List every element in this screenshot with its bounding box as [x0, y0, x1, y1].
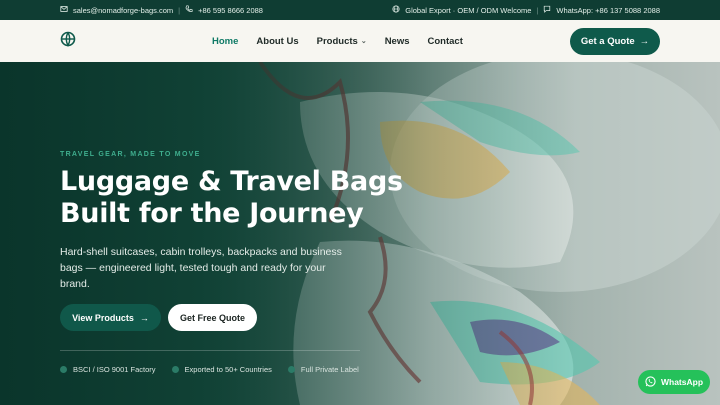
- badge-label: Full Private Label: [300, 365, 359, 374]
- hero-description: Hard-shell suitcases, cabin trolleys, ba…: [60, 246, 342, 290]
- globe-icon: [392, 5, 400, 15]
- badge-label: Exported to 50+ Countries: [184, 365, 272, 374]
- separator: |: [536, 5, 539, 15]
- contact-group: sales@nomadforge-bags.com | +86 595 8666…: [60, 5, 263, 15]
- nav-item-label: Home: [212, 35, 239, 47]
- get-free-quote-button[interactable]: Get Free Quote: [168, 304, 257, 331]
- get-quote-button[interactable]: Get a Quote →: [570, 28, 660, 55]
- hero-title-line-1: Luggage & Travel Bags: [60, 166, 403, 197]
- phone-link[interactable]: +86 595 8666 2088: [198, 6, 263, 15]
- hero-eyebrow: TRAVEL GEAR, MADE TO MOVE: [60, 151, 201, 158]
- get-free-quote-label: Get Free Quote: [179, 312, 245, 323]
- top-bar: sales@nomadforge-bags.com | +86 595 8666…: [0, 0, 720, 20]
- hero-section: TRAVEL GEAR, MADE TO MOVE Luggage & Trav…: [0, 62, 720, 405]
- nav-item-about[interactable]: About Us: [256, 36, 298, 47]
- hero-title: Luggage & Travel Bags Built for the Jour…: [60, 166, 403, 230]
- view-products-button[interactable]: View Products →: [60, 304, 161, 331]
- mail-icon: [60, 5, 68, 15]
- nav-item-label: News: [384, 35, 410, 47]
- nav-menu: Home About Us Products ⌄ News Contact: [212, 20, 481, 62]
- trust-badges: BSCI / ISO 9001 Factory Exported to 50+ …: [60, 365, 375, 374]
- hero-title-line-2: Built for the Journey: [60, 198, 364, 229]
- nav-item-contact[interactable]: Contact: [428, 36, 463, 47]
- separator: |: [178, 5, 181, 15]
- nav-item-news[interactable]: News: [385, 36, 410, 47]
- whatsapp-icon: [645, 375, 656, 389]
- badge-dot-icon: [287, 366, 295, 373]
- whatsapp-label: WhatsApp: [660, 377, 704, 387]
- nav-item-products[interactable]: Products ⌄: [317, 36, 367, 47]
- logo-globe-icon[interactable]: [60, 31, 76, 52]
- main-nav: Home About Us Products ⌄ News Contact Get…: [0, 20, 720, 62]
- email-link[interactable]: sales@nomadforge-bags.com: [73, 6, 173, 15]
- whatsapp-float-button[interactable]: WhatsApp: [638, 370, 710, 394]
- hero-overlay: [0, 62, 720, 405]
- view-products-label: View Products: [72, 312, 134, 323]
- export-tagline: Global Export · OEM / ODM Welcome: [405, 5, 532, 15]
- phone-icon: [185, 5, 193, 15]
- badge-export: Exported to 50+ Countries: [171, 365, 272, 374]
- whatsapp-link[interactable]: WhatsApp: +86 137 5088 2088: [556, 6, 660, 15]
- hero-divider: [60, 350, 360, 351]
- nav-item-home[interactable]: Home: [212, 36, 238, 47]
- nav-item-label: About Us: [256, 35, 299, 47]
- chevron-down-icon: ⌄: [360, 38, 367, 45]
- get-quote-label: Get a Quote: [580, 36, 635, 47]
- badge-dot-icon: [60, 366, 67, 373]
- badge-label: BSCI / ISO 9001 Factory: [73, 365, 156, 374]
- badge-dot-icon: [171, 366, 179, 373]
- info-group: Global Export · OEM / ODM Welcome | What…: [392, 5, 660, 15]
- arrow-right-icon: →: [639, 36, 650, 47]
- nav-item-label: Contact: [427, 35, 463, 47]
- nav-item-label: Products: [316, 35, 358, 47]
- badge-private-label: Full Private Label: [287, 365, 359, 374]
- badge-certification: BSCI / ISO 9001 Factory: [60, 365, 156, 374]
- chat-icon: [543, 5, 551, 15]
- arrow-right-icon: →: [139, 312, 149, 323]
